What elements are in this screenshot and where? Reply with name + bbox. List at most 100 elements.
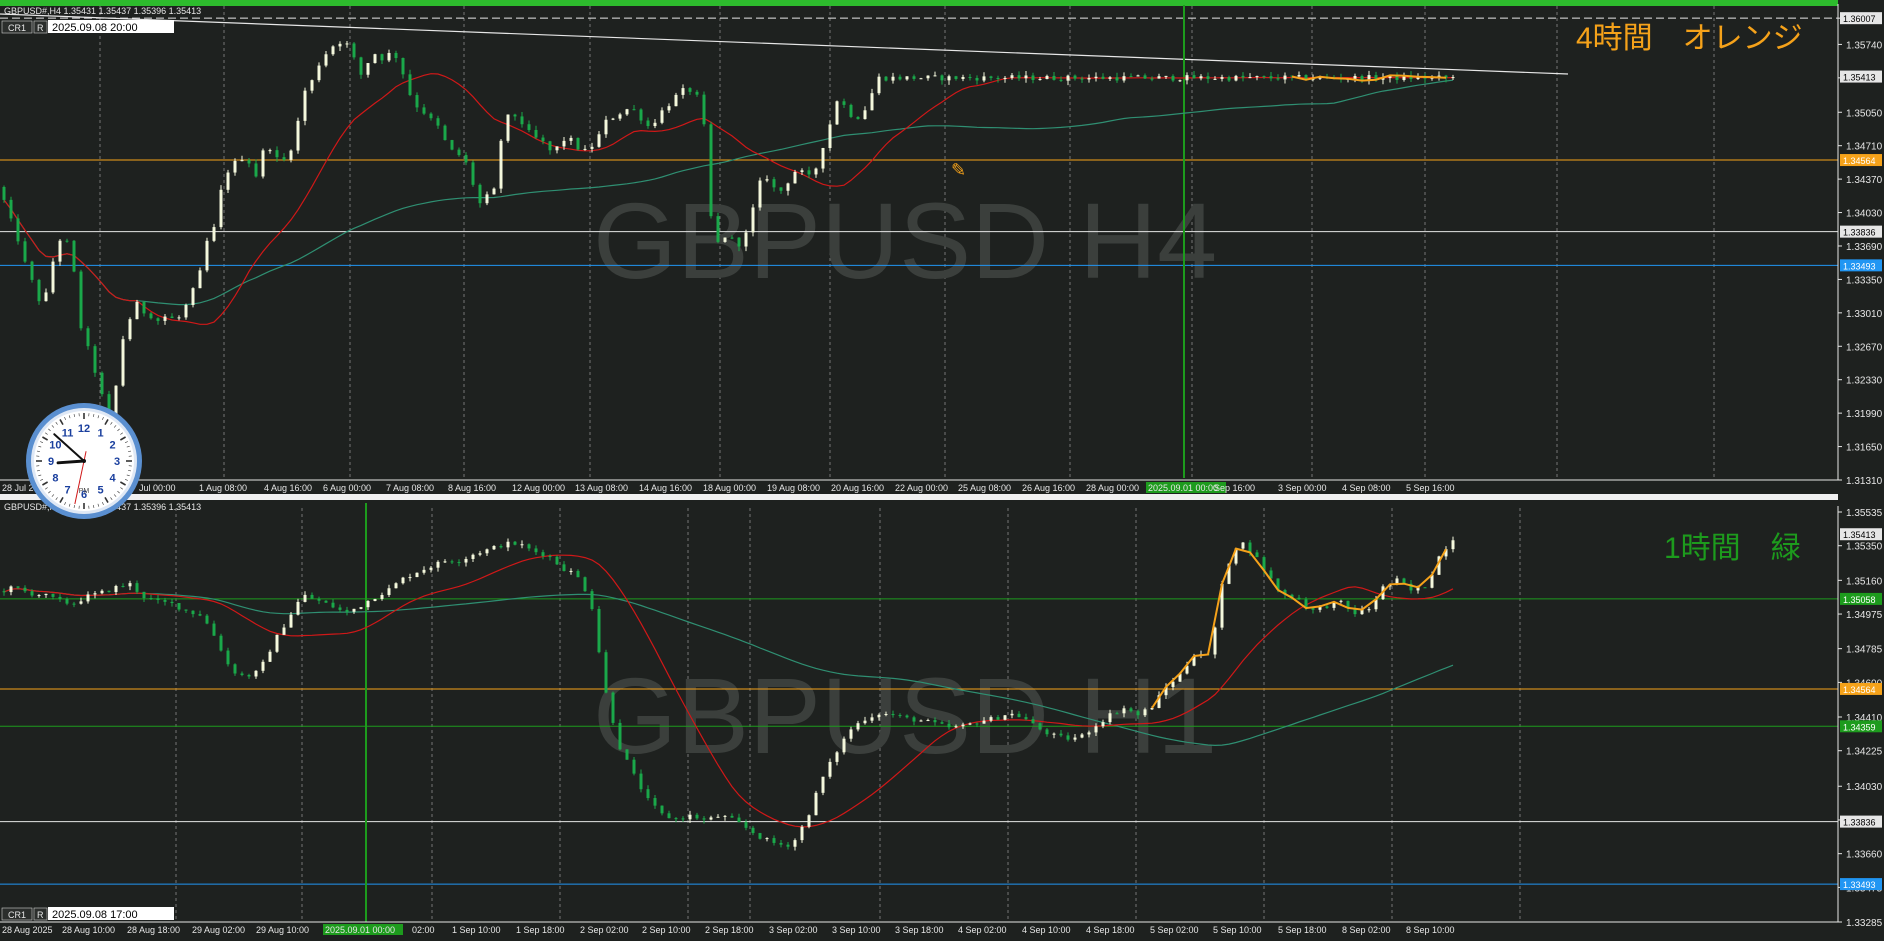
price-level-tag-label: 1.34564 <box>1843 685 1876 695</box>
candle-body <box>842 738 846 753</box>
candle-body <box>884 713 888 715</box>
candle-body <box>170 601 174 604</box>
time-tick-label: 8 Sep 10:00 <box>1406 925 1455 935</box>
time-tick-label: 28 Aug 2025 <box>2 925 53 935</box>
candle-body <box>751 207 755 233</box>
candle-body <box>555 556 559 565</box>
price-tick-label: 1.33690 <box>1846 242 1883 253</box>
candle-body <box>1073 737 1077 740</box>
price-level-tag-label: 1.33836 <box>1843 228 1876 238</box>
candle-body <box>604 652 608 693</box>
clock-number: 7 <box>64 485 70 497</box>
candle-body <box>758 833 762 839</box>
candle-body <box>765 179 769 181</box>
candle-body <box>177 603 181 610</box>
candle-body <box>240 160 244 162</box>
candle-body <box>282 627 286 635</box>
candle-body <box>422 569 426 573</box>
candle-body <box>562 140 566 147</box>
h1-cr-button[interactable]: CR1 <box>1 907 33 921</box>
candle-body <box>135 583 139 592</box>
candle-body <box>800 170 804 172</box>
candle-body <box>765 838 769 840</box>
candle-body <box>485 194 489 204</box>
time-tick-label: Jul 00:00 <box>139 483 176 493</box>
candle-body <box>1423 587 1427 589</box>
candle-body <box>240 673 244 675</box>
candle-body <box>1248 77 1252 79</box>
time-tick-label: 28 Aug 10:00 <box>62 925 115 935</box>
candle-body <box>9 586 13 593</box>
candle-body <box>625 109 629 115</box>
candle-body <box>163 599 167 602</box>
h4-cr-button[interactable]: CR1 <box>1 20 33 34</box>
candle-body <box>1213 627 1217 655</box>
candle-body <box>842 101 846 105</box>
candle-body <box>506 541 510 548</box>
candle-body <box>520 544 524 546</box>
time-tick-label: 5 Sep 18:00 <box>1278 925 1327 935</box>
candle-body <box>667 106 671 111</box>
candle-body <box>233 160 237 173</box>
price-tick-label: 1.34975 <box>1846 610 1883 621</box>
candle-body <box>527 544 531 549</box>
candle-body <box>912 717 916 722</box>
candle-body <box>1094 726 1098 733</box>
h4-chart-info: GBPUSD#,H4 1.35431 1.35437 1.35396 1.354… <box>4 6 201 16</box>
candle-body <box>191 288 195 305</box>
candle-body <box>989 76 993 78</box>
price-tick-label: 1.35350 <box>1846 542 1883 553</box>
candle-body <box>23 587 27 592</box>
time-tick-label: 3 Sep 00:00 <box>1278 483 1327 493</box>
candle-body <box>576 137 580 150</box>
h1-r-button[interactable]: R <box>33 907 48 921</box>
clock-number: 2 <box>110 440 116 452</box>
candle-body <box>345 609 349 612</box>
candle-body <box>317 598 321 601</box>
candle-body <box>373 598 377 602</box>
candle-body <box>632 109 636 111</box>
candle-body <box>793 171 797 184</box>
candle-body <box>387 52 391 61</box>
candle-body <box>877 76 881 94</box>
h4-drawing-cursor-icon[interactable]: ✎ <box>951 160 966 180</box>
candle-body <box>331 602 335 608</box>
candle-body <box>58 240 62 262</box>
time-tick-label: 28 Aug 18:00 <box>127 925 180 935</box>
candle-body <box>1010 75 1014 78</box>
candle-body <box>296 601 300 615</box>
time-tick-label: 25 Aug 08:00 <box>958 483 1011 493</box>
candle-body <box>681 818 685 820</box>
candle-body <box>37 279 41 302</box>
candle-body <box>1136 711 1140 716</box>
candle-body <box>807 815 811 827</box>
candle-body <box>1066 735 1070 740</box>
candle-body <box>772 179 776 188</box>
candle-body <box>870 717 874 721</box>
h4-r-button[interactable]: R <box>33 20 48 34</box>
candle-body <box>310 80 314 91</box>
candle-body <box>1115 77 1119 81</box>
candle-body <box>310 594 314 599</box>
time-tick-label: 12 Aug 00:00 <box>512 483 565 493</box>
candle-body <box>324 54 328 66</box>
time-tick-label: 5 Sep 02:00 <box>1150 925 1199 935</box>
time-tick-label: 3 Sep 02:00 <box>769 925 818 935</box>
candle-body <box>1108 713 1112 723</box>
candle-body <box>814 792 818 816</box>
price-level-tag-label: 1.33493 <box>1843 261 1876 271</box>
candle-body <box>968 77 972 79</box>
analog-clock-widget[interactable]: 12 1234567891011 PM <box>26 403 142 519</box>
candle-body <box>128 583 132 587</box>
candle-body <box>226 650 230 665</box>
candle-body <box>891 76 895 81</box>
time-tick-label: 13 Aug 08:00 <box>575 483 628 493</box>
candle-body <box>394 52 398 59</box>
candle-body <box>534 129 538 138</box>
candle-body <box>198 614 202 616</box>
price-tick-label: 1.35535 <box>1846 508 1883 519</box>
panel-separator[interactable] <box>0 494 1838 500</box>
candle-body <box>296 120 300 151</box>
candle-body <box>996 717 1000 720</box>
candle-body <box>940 722 944 724</box>
